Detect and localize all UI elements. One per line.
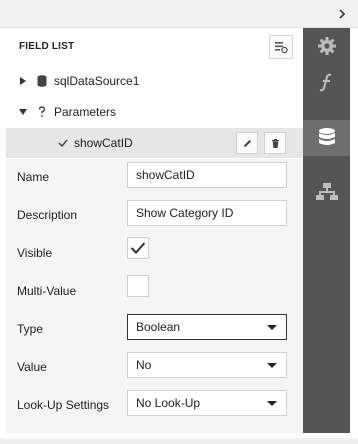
look-up-settings-value: No Look-Up <box>136 396 201 410</box>
description-field[interactable]: Show Category ID <box>127 200 287 226</box>
database-icon <box>36 75 48 87</box>
dropdown-arrow-icon <box>267 325 277 330</box>
property-label: Look-Up Settings <box>17 398 110 412</box>
panel-top-bar <box>0 0 358 28</box>
visible-checkbox[interactable] <box>127 237 149 259</box>
checkmark-icon <box>130 242 146 254</box>
property-row-description: Description Show Category ID <box>6 197 303 235</box>
collapse-arrow-icon[interactable] <box>18 109 28 115</box>
property-row-name: Name showCatID <box>6 159 303 197</box>
property-row-multi-value: Multi-Value <box>6 273 303 311</box>
expand-arrow-icon[interactable] <box>18 77 28 85</box>
property-label: Description <box>17 208 78 222</box>
property-label: Visible <box>17 246 53 260</box>
tab-field-list[interactable] <box>303 120 350 156</box>
property-label: Multi-Value <box>17 284 77 298</box>
gear-icon <box>317 37 336 55</box>
type-dropdown-value: Boolean <box>136 320 181 334</box>
dropdown-arrow-icon <box>267 363 277 368</box>
question-icon <box>36 106 48 118</box>
tab-report-explorer[interactable] <box>303 174 350 210</box>
parameters-list-icon <box>275 42 288 54</box>
property-row-visible: Visible <box>6 235 303 273</box>
parameter-name-label: showCatID <box>74 136 133 150</box>
function-icon <box>319 73 331 92</box>
tab-expressions[interactable] <box>303 64 350 100</box>
database-icon <box>318 128 335 145</box>
type-dropdown[interactable]: Boolean <box>127 314 287 340</box>
tree-item-label: sqlDataSource1 <box>54 74 140 88</box>
panel-bottom-edge <box>0 438 358 444</box>
side-tab-strip <box>303 28 350 433</box>
multi-value-checkbox[interactable] <box>127 275 149 297</box>
property-label: Name <box>17 170 50 184</box>
trash-icon <box>271 138 279 148</box>
tree-item-label: Parameters <box>54 105 117 119</box>
property-label: Value <box>17 360 47 374</box>
hierarchy-icon <box>315 183 338 200</box>
property-label: Type <box>17 322 44 336</box>
tree-item-sqldatasource1[interactable]: sqlDataSource1 <box>6 66 303 96</box>
collapse-panel-button[interactable] <box>332 4 352 24</box>
field-list-options-button[interactable] <box>269 35 293 59</box>
field-list-panel-window: FIELD LIST sqlDataSource1 Parameters sho… <box>0 0 358 444</box>
dropdown-arrow-icon <box>267 401 277 406</box>
edit-parameter-button[interactable] <box>236 132 258 154</box>
value-dropdown-value: No <box>136 358 152 372</box>
name-field[interactable]: showCatID <box>127 162 287 188</box>
property-row-look-up-settings: Look-Up Settings No Look-Up <box>6 387 303 425</box>
pencil-icon <box>243 139 251 147</box>
tree-item-showcatid[interactable]: showCatID <box>6 128 303 158</box>
parameter-properties: Name showCatID Description Show Category… <box>6 159 303 433</box>
checkmark-icon <box>58 139 68 147</box>
property-row-value: Value No <box>6 349 303 387</box>
tab-properties[interactable] <box>303 28 350 64</box>
field-list-header: FIELD LIST <box>6 28 303 66</box>
tree-item-parameters[interactable]: Parameters <box>6 97 303 127</box>
property-row-type: Type Boolean <box>6 311 303 349</box>
field-list-panel: FIELD LIST sqlDataSource1 Parameters sho… <box>6 28 303 433</box>
chevron-right-icon <box>339 9 346 19</box>
field-list-title: FIELD LIST <box>19 41 75 52</box>
look-up-settings-dropdown[interactable]: No Look-Up <box>127 390 287 416</box>
delete-parameter-button[interactable] <box>264 132 286 154</box>
value-dropdown[interactable]: No <box>127 352 287 378</box>
